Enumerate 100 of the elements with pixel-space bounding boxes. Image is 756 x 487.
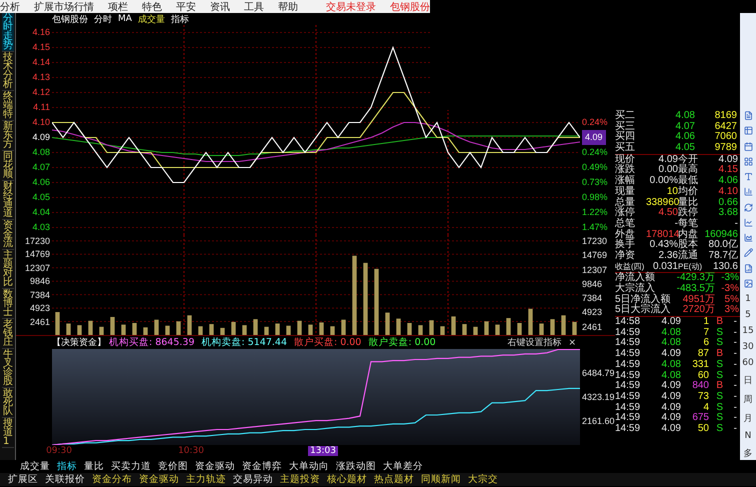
menu-item[interactable]: 平安 (176, 0, 196, 14)
bottom-link[interactable]: 扩展区 (8, 473, 38, 486)
tick-time: 14:59 (615, 338, 642, 349)
status-text: 包钢股份 (390, 0, 430, 14)
sidebar-tab[interactable]: 敢死队 (2, 388, 14, 418)
indicator-label: 散户买盘: (294, 336, 338, 349)
period-button[interactable]: 日 (744, 374, 752, 387)
bottom-link[interactable]: 资金分布 (92, 473, 132, 486)
chart-header-label[interactable]: 分时 (94, 12, 112, 26)
sidebar-tab[interactable]: 主题对比 (2, 250, 14, 289)
stat-label: 跌停 (678, 208, 699, 218)
sidebar-tab[interactable]: 同花顺 (2, 151, 14, 181)
bottom-link[interactable]: 主力轨迹 (186, 473, 226, 486)
bottom-tab[interactable]: 大单差分 (383, 460, 423, 473)
order-volume: 7060 (714, 132, 737, 143)
sidebar-tab[interactable]: 牛叉诊股 (2, 349, 14, 388)
text-icon[interactable] (742, 172, 754, 182)
tick-time: 14:59 (615, 328, 642, 338)
tick-mark: - (732, 317, 737, 328)
menu-item[interactable]: 特色 (142, 0, 162, 14)
bottom-tab[interactable]: 买卖力道 (111, 460, 151, 473)
volume-axis-label: 9846 (30, 275, 50, 288)
chart-header-label[interactable]: 指标 (170, 12, 189, 26)
order-volume: 9789 (714, 143, 737, 154)
bottom-link[interactable]: 大宗交 (468, 473, 498, 486)
bottom-link[interactable]: 交易异动 (233, 473, 273, 486)
flow-label: 净流入额 (615, 273, 656, 284)
bottom-link[interactable]: 热点题材 (374, 473, 414, 486)
stat-label: 流通 (678, 250, 699, 262)
line-chart-icon[interactable] (742, 218, 754, 227)
document-icon[interactable] (742, 111, 754, 120)
indicator-value: 0.00 (414, 337, 436, 348)
bottom-tab[interactable]: 大单动向 (289, 460, 329, 473)
menu-item[interactable]: 分析 (0, 0, 20, 14)
period-button[interactable]: N (744, 431, 752, 441)
period-button[interactable]: 30 (742, 342, 754, 352)
area-chart-icon[interactable] (742, 233, 754, 242)
bar-chart-icon[interactable] (742, 187, 754, 196)
menu-item[interactable]: 扩展市场行情 (34, 0, 94, 14)
bottom-link[interactable]: 主题投资 (280, 473, 320, 486)
indicator-settings-link[interactable]: 右键设置指标 (507, 336, 566, 349)
picture-icon[interactable] (742, 278, 754, 288)
period-button[interactable]: 1 (745, 294, 751, 304)
volume-axis-label: 17230 (582, 235, 608, 248)
bottom-link[interactable]: 关联报价 (45, 473, 85, 486)
bottom-link[interactable]: 资金驱动 (139, 473, 179, 486)
indicator-value: 0.00 (340, 337, 362, 348)
bottom-tab[interactable]: 竞价图 (158, 460, 188, 473)
tick-side: S (715, 392, 723, 403)
sidebar-tab[interactable]: 资金流 (2, 220, 14, 250)
refresh-icon[interactable] (742, 202, 754, 212)
sidebar-tab[interactable]: 技术分析 (2, 52, 14, 91)
sidebar-tab[interactable]: 终端特 (2, 91, 14, 121)
tick-volume: 73 (696, 392, 709, 403)
pencil-icon[interactable] (742, 248, 754, 258)
chart-header-label[interactable]: 成交量 (138, 12, 165, 26)
order-label: 买五 (615, 143, 636, 154)
stat-value: 2.36 (658, 250, 678, 262)
stat-value: 0.43% (648, 240, 678, 251)
bottom-tab[interactable]: 指标 (57, 460, 77, 473)
period-button[interactable]: 15 (742, 326, 754, 336)
chart-header-label[interactable]: MA (118, 14, 132, 24)
volume-bar (231, 322, 236, 335)
period-button[interactable]: 月 (744, 412, 752, 425)
bottom-tab[interactable]: 成交量 (20, 460, 50, 473)
percent-axis-label: 0.24% (582, 146, 608, 159)
volume-axis-label: 2461 (582, 320, 602, 334)
period-button[interactable]: 多 (744, 447, 752, 460)
sidebar-tab[interactable]: 分时走势 (2, 13, 14, 52)
bottom-tab[interactable]: 量比 (84, 460, 104, 473)
bottom-link[interactable]: 核心题材 (327, 473, 367, 486)
period-button[interactable]: 60 (742, 358, 754, 368)
flow-percent: -3% (720, 273, 739, 284)
sidebar-tab[interactable]: 数博士 (2, 289, 14, 319)
grid-icon[interactable] (742, 156, 754, 166)
sidebar-tab[interactable]: 新东方 (2, 121, 14, 151)
bottom-link[interactable]: 同顺新闻 (421, 473, 461, 486)
close-button[interactable]: × (568, 338, 580, 348)
bottom-tab[interactable]: 资金博弈 (242, 460, 282, 473)
tick-side: S (715, 424, 723, 435)
menu-item[interactable]: 工具 (244, 0, 264, 14)
menu-item[interactable]: 帮助 (278, 0, 298, 14)
sidebar-tab[interactable]: 财经通道 (2, 181, 14, 220)
sidebar-tab[interactable]: 搜道1 (2, 418, 14, 448)
tick-side: B (715, 381, 723, 392)
table-icon[interactable] (742, 126, 754, 136)
volume-bar (187, 315, 192, 335)
menu-item[interactable]: 资讯 (210, 0, 230, 14)
sidebar-tab[interactable]: 老钱庄 (2, 319, 14, 349)
bottom-tab[interactable]: 涨跌动图 (336, 460, 376, 473)
period-button[interactable]: 5 (745, 310, 751, 320)
calendar-icon[interactable] (742, 142, 754, 151)
period-button[interactable]: 周 (744, 393, 752, 406)
menu-item[interactable]: 项栏 (108, 0, 128, 14)
volume-bar (77, 325, 82, 335)
bottom-tab[interactable]: 资金驱动 (195, 460, 235, 473)
tick-mark: - (732, 338, 737, 350)
tick-time: 14:59 (615, 360, 642, 371)
flow-label: 5日大宗流入 (615, 305, 672, 316)
chart-document-icon[interactable] (742, 264, 754, 273)
